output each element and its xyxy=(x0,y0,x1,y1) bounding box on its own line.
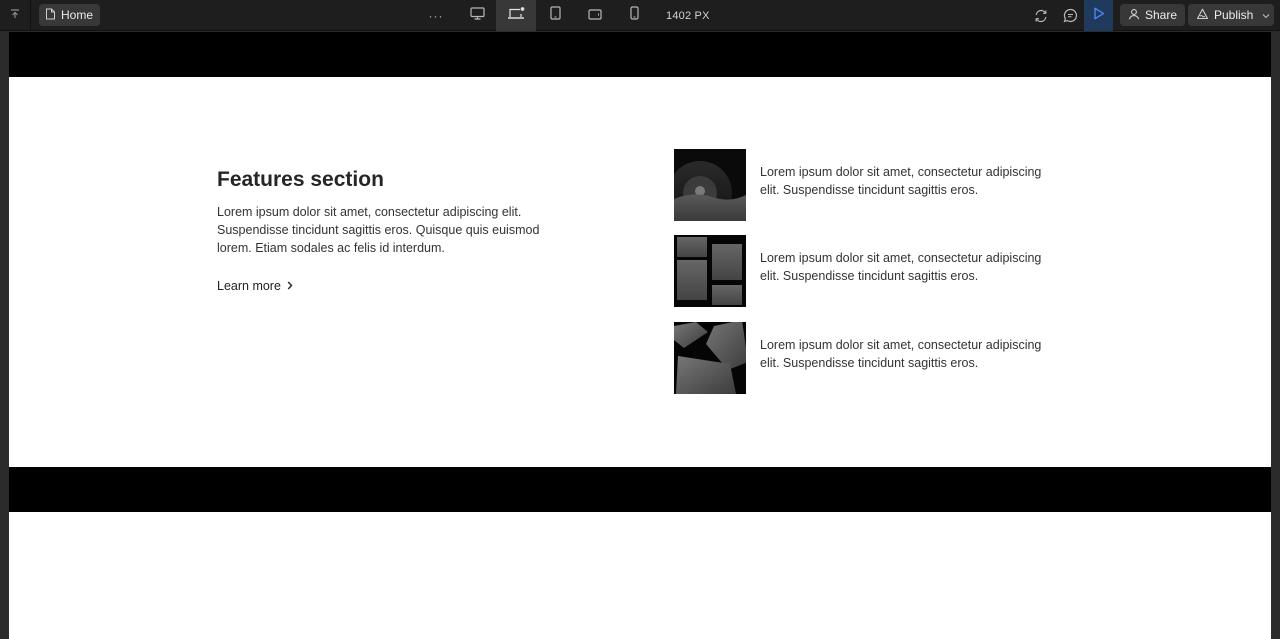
publish-label: Publish xyxy=(1214,8,1254,22)
collapse-panel-button[interactable] xyxy=(0,0,31,31)
breakpoint-mobile[interactable] xyxy=(614,0,654,31)
editor-toolbar: Home ··· 1402 PX Share Publish xyxy=(0,0,1280,31)
navbar-placeholder[interactable] xyxy=(9,32,1271,77)
breakpoint-desktop[interactable] xyxy=(457,0,497,31)
footer-placeholder[interactable] xyxy=(9,467,1271,512)
features-description: Lorem ipsum dolor sit amet, consectetur … xyxy=(217,205,540,255)
page-icon xyxy=(45,8,56,23)
breakpoint-tablet-landscape[interactable] xyxy=(575,0,615,31)
tablet-icon xyxy=(549,6,561,25)
learn-more-label: Learn more xyxy=(217,279,281,293)
feature-item: Lorem ipsum dolor sit amet, consectetur … xyxy=(674,235,1054,307)
features-title: Features section xyxy=(217,168,384,191)
chevron-right-icon xyxy=(287,279,293,293)
play-icon xyxy=(1093,7,1105,25)
learn-more-link[interactable]: Learn more xyxy=(217,279,293,293)
desktop-icon xyxy=(469,6,485,25)
chevron-down-icon[interactable] xyxy=(1262,8,1270,22)
breakpoint-tablet[interactable] xyxy=(535,0,575,31)
collapse-icon xyxy=(9,7,21,25)
more-options-button[interactable]: ··· xyxy=(425,0,447,31)
sync-button[interactable] xyxy=(1031,0,1051,31)
design-canvas[interactable]: Features section Lorem ipsum dolor sit a… xyxy=(9,32,1271,639)
feature-image-2 xyxy=(674,235,746,307)
page-name: Home xyxy=(61,8,94,22)
feature-item: Lorem ipsum dolor sit amet, consectetur … xyxy=(674,322,1054,394)
tablet-landscape-icon xyxy=(588,7,602,25)
feature-text: Lorem ipsum dolor sit amet, consectetur … xyxy=(760,338,1042,370)
sync-icon xyxy=(1034,9,1048,23)
comment-icon xyxy=(1063,8,1078,23)
feature-text: Lorem ipsum dolor sit amet, consectetur … xyxy=(760,165,1042,197)
mobile-icon xyxy=(629,6,639,25)
canvas-width-label: 1402 PX xyxy=(666,9,710,22)
preview-button[interactable] xyxy=(1084,0,1113,31)
publish-icon xyxy=(1196,8,1209,23)
share-label: Share xyxy=(1145,8,1178,22)
feature-item: Lorem ipsum dolor sit amet, consectetur … xyxy=(674,149,1054,221)
breakpoint-laptop[interactable] xyxy=(496,0,536,31)
user-icon xyxy=(1128,8,1140,23)
feature-image-3 xyxy=(674,322,746,394)
share-button[interactable]: Share xyxy=(1120,4,1186,26)
feature-image-1 xyxy=(674,149,746,221)
comments-button[interactable] xyxy=(1060,0,1080,31)
laptop-icon xyxy=(507,6,526,25)
more-icon: ··· xyxy=(428,8,444,23)
publish-button[interactable]: Publish xyxy=(1188,4,1274,26)
feature-text: Lorem ipsum dolor sit amet, consectetur … xyxy=(760,251,1042,283)
page-selector[interactable]: Home xyxy=(39,4,101,26)
